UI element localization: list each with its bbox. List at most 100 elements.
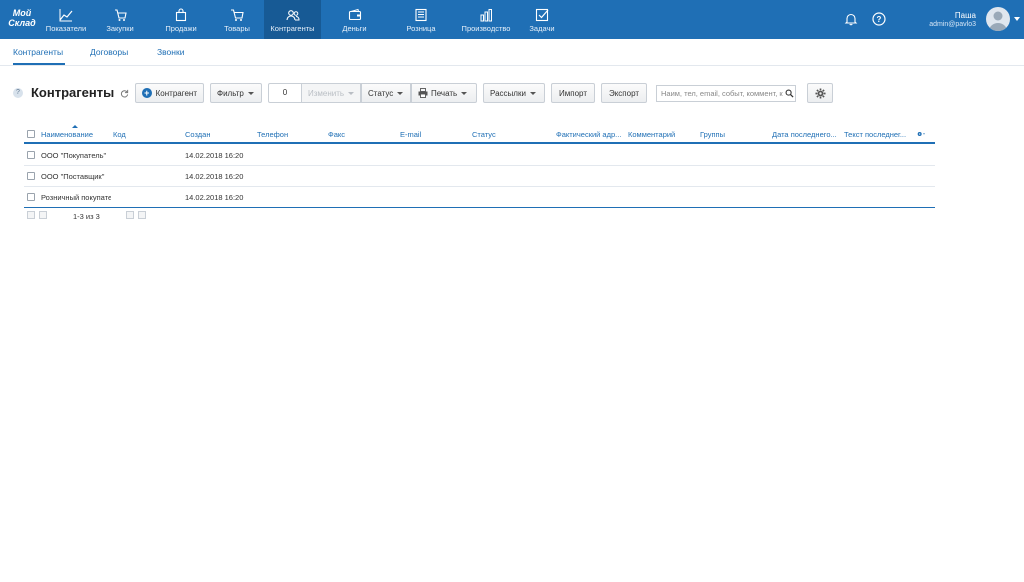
- nav-item-purchases[interactable]: Закупки: [88, 0, 152, 39]
- nav-item-label: Производство: [461, 24, 511, 33]
- pager-range: 1-3 из 3: [73, 212, 100, 221]
- column-header-fax[interactable]: Факс: [328, 130, 396, 139]
- pager-last-button[interactable]: [138, 211, 146, 219]
- sub-tabs: Контрагенты Договоры Звонки: [0, 39, 1024, 66]
- cell-name[interactable]: Розничный покупатель: [41, 193, 111, 202]
- help-icon[interactable]: ?: [13, 88, 23, 98]
- table-row[interactable]: ООО "Покупатель" 14.02.2018 16:20: [24, 145, 935, 166]
- status-label: Статус: [368, 88, 394, 98]
- table-row[interactable]: Розничный покупатель 14.02.2018 16:20: [24, 187, 935, 208]
- import-label: Импорт: [559, 88, 587, 98]
- table-header: Наименование Код Создан Телефон Факс E-m…: [24, 126, 935, 144]
- pager-next-button[interactable]: [126, 211, 134, 219]
- gear-icon: [814, 87, 826, 99]
- chevron-down-icon: [247, 91, 254, 95]
- help-circle-icon[interactable]: ?: [872, 12, 886, 26]
- register-icon: [415, 8, 427, 22]
- nav-item-label: Деньги: [342, 24, 367, 33]
- column-header-actual-address[interactable]: Фактический адр...: [556, 130, 624, 139]
- active-tab-indicator: [13, 63, 65, 65]
- factory-icon: [480, 9, 492, 22]
- nav-item-label: Товары: [224, 24, 250, 33]
- user-name[interactable]: Паша: [955, 11, 976, 20]
- wallet-icon: [348, 8, 361, 21]
- nav-item-sales[interactable]: Продажи: [152, 0, 210, 39]
- tab-contracts[interactable]: Договоры: [90, 47, 128, 57]
- change-label: Изменить: [308, 88, 345, 98]
- tab-counterparties[interactable]: Контрагенты: [13, 47, 63, 57]
- row-checkbox[interactable]: [27, 193, 35, 201]
- cell-created: 14.02.2018 16:20: [185, 172, 244, 181]
- task-check-icon: [535, 8, 549, 22]
- column-header-comment[interactable]: Комментарий: [628, 130, 696, 139]
- selected-count: 0: [268, 83, 302, 103]
- chevron-down-icon: [529, 91, 536, 95]
- page-title: Контрагенты: [31, 85, 115, 100]
- settings-button[interactable]: [807, 83, 833, 103]
- cell-created: 14.02.2018 16:20: [185, 151, 244, 160]
- select-all-checkbox[interactable]: [27, 130, 35, 138]
- column-settings-gear-icon[interactable]: [917, 130, 925, 138]
- user-login[interactable]: admin@pavlo3: [929, 21, 976, 28]
- refresh-icon[interactable]: [120, 89, 129, 98]
- logo-line-2: Склад: [8, 18, 36, 28]
- bag-icon: [175, 8, 187, 22]
- nav-item-dashboard[interactable]: Показатели: [44, 0, 88, 39]
- export-button[interactable]: Экспорт: [601, 83, 647, 103]
- nav-item-goods[interactable]: Товары: [210, 0, 264, 39]
- cell-created: 14.02.2018 16:20: [185, 193, 244, 202]
- column-header-groups[interactable]: Группы: [700, 130, 768, 139]
- pager-prev-button[interactable]: [39, 211, 47, 219]
- users-icon: [285, 10, 300, 21]
- export-label: Экспорт: [608, 88, 640, 98]
- nav-item-label: Показатели: [45, 24, 87, 33]
- column-header-last-event-date[interactable]: Дата последнего...: [772, 130, 842, 139]
- search-input[interactable]: Наим, тел, email, событ, коммент, к: [656, 85, 796, 102]
- nav-item-counterparties[interactable]: Контрагенты: [264, 0, 321, 39]
- filter-button[interactable]: Фильтр: [210, 83, 262, 103]
- column-header-code[interactable]: Код: [113, 130, 181, 139]
- import-button[interactable]: Импорт: [551, 83, 595, 103]
- row-checkbox[interactable]: [27, 172, 35, 180]
- row-checkbox[interactable]: [27, 151, 35, 159]
- add-counterparty-button[interactable]: + Контрагент: [135, 83, 204, 103]
- cell-name[interactable]: ООО "Поставщик": [41, 172, 111, 181]
- nav-item-label: Продажи: [165, 24, 197, 33]
- pager-first-button[interactable]: [27, 211, 35, 219]
- logo[interactable]: Мой Склад: [6, 8, 38, 28]
- column-header-last-event-text[interactable]: Текст последнег...: [844, 130, 914, 139]
- mailing-button[interactable]: Рассылки: [483, 83, 545, 103]
- cell-name[interactable]: ООО "Покупатель": [41, 151, 111, 160]
- nav-item-label: Задачи: [529, 24, 555, 33]
- search-icon[interactable]: [785, 89, 794, 98]
- nav-item-tasks[interactable]: Задачи: [518, 0, 566, 39]
- column-header-status[interactable]: Статус: [472, 130, 540, 139]
- chart-line-icon: [59, 9, 73, 22]
- main-nav: Показатели Закупки Продажи Товары Контра…: [44, 0, 566, 39]
- change-button: Изменить: [301, 83, 361, 103]
- nav-item-production[interactable]: Производство: [454, 0, 518, 39]
- column-header-created[interactable]: Создан: [185, 130, 253, 139]
- nav-item-money[interactable]: Деньги: [321, 0, 388, 39]
- column-header-name[interactable]: Наименование: [41, 130, 109, 139]
- svg-text:?: ?: [877, 15, 882, 24]
- column-header-phone[interactable]: Телефон: [257, 130, 325, 139]
- plus-icon: +: [142, 88, 152, 98]
- status-button[interactable]: Статус: [361, 83, 411, 103]
- bell-icon[interactable]: [844, 12, 858, 26]
- chevron-down-icon: [461, 91, 468, 95]
- print-button[interactable]: Печать: [411, 83, 477, 103]
- tab-calls[interactable]: Звонки: [157, 47, 184, 57]
- column-header-email[interactable]: E-mail: [400, 130, 468, 139]
- nav-item-label: Контрагенты: [270, 24, 315, 33]
- printer-icon: [418, 88, 428, 98]
- filter-label: Фильтр: [217, 88, 244, 98]
- top-navigation-bar: Мой Склад Показатели Закупки Продажи Тов…: [0, 0, 1024, 39]
- mailing-label: Рассылки: [490, 88, 526, 98]
- add-counterparty-label: Контрагент: [155, 88, 197, 98]
- avatar[interactable]: [986, 7, 1010, 31]
- nav-item-retail[interactable]: Розница: [388, 0, 454, 39]
- table-row[interactable]: ООО "Поставщик" 14.02.2018 16:20: [24, 166, 935, 187]
- cart-in-icon: [115, 9, 127, 21]
- user-menu-chevron-down-icon[interactable]: [1014, 17, 1020, 21]
